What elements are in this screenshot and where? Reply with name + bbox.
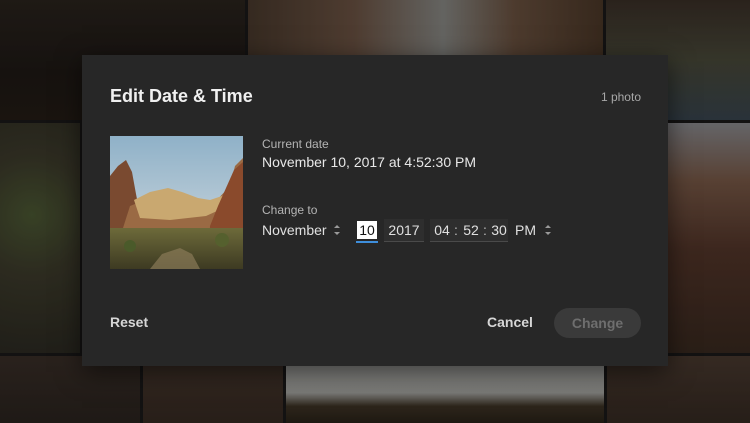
dialog-title: Edit Date & Time	[110, 86, 253, 106]
canyon-photo	[110, 136, 243, 269]
minute-input[interactable]: 52	[461, 219, 481, 241]
photo-count: 1 photo	[600, 90, 641, 104]
spinner-icon[interactable]	[333, 224, 341, 236]
change-button[interactable]: Change	[554, 308, 641, 338]
change-to-label: Change to	[262, 203, 318, 217]
day-input[interactable]: 10	[356, 219, 378, 243]
current-date-label: Current date	[262, 137, 329, 151]
meridiem-value: PM	[515, 222, 536, 238]
reset-button[interactable]: Reset	[110, 314, 148, 330]
spinner-icon[interactable]	[544, 224, 552, 236]
time-separator: :	[483, 222, 487, 238]
second-input[interactable]: 30	[489, 219, 509, 241]
month-value: November	[262, 222, 327, 238]
meridiem-select[interactable]: PM	[515, 222, 552, 238]
photo-thumbnail	[110, 136, 243, 269]
hour-input[interactable]: 04	[432, 219, 452, 241]
month-select[interactable]: November	[262, 222, 341, 238]
day-value: 10	[357, 221, 377, 239]
year-input[interactable]: 2017	[384, 219, 424, 242]
time-separator: :	[454, 222, 458, 238]
time-input: 04 : 52 : 30	[430, 219, 508, 242]
cancel-button[interactable]: Cancel	[487, 314, 533, 330]
current-date-value: November 10, 2017 at 4:52:30 PM	[262, 154, 477, 170]
edit-date-time-dialog: Edit Date & Time 1 photo Current date No…	[82, 55, 668, 366]
